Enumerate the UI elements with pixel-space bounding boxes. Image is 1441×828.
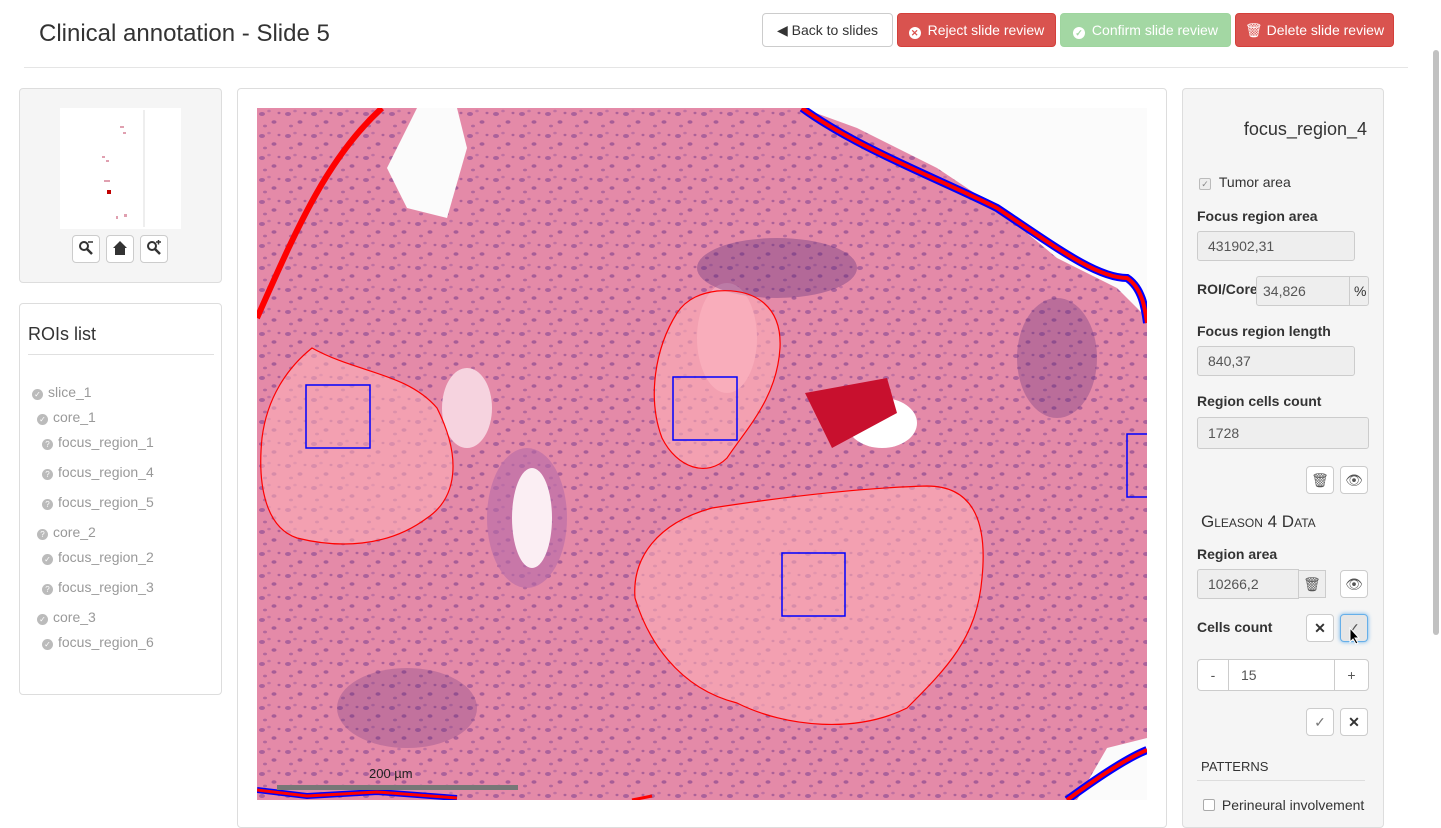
stepper-plus-button[interactable]: + xyxy=(1334,659,1369,691)
mouse-cursor-icon xyxy=(1349,626,1361,650)
navigator-panel xyxy=(19,88,222,283)
tree-item-focus_region_4[interactable]: ? focus_region_4 xyxy=(42,464,154,480)
focus-region-length-label: Focus region length xyxy=(1197,323,1331,339)
region-area-field: 10266,2 xyxy=(1197,569,1299,599)
eye-icon: 👁 xyxy=(1345,472,1363,488)
zoom-out-icon xyxy=(79,241,93,255)
question-circle-icon: ? xyxy=(42,584,53,595)
details-panel: focus_region_4 ✓ Tumor area Focus region… xyxy=(1182,88,1384,828)
checkbox-icon xyxy=(1203,799,1215,811)
cancel-cells-count-button[interactable]: ✕ xyxy=(1306,614,1334,642)
show-region-button[interactable]: 👁 xyxy=(1340,466,1368,494)
show-gleason-button[interactable]: 👁 xyxy=(1340,570,1368,598)
gleason-section-title: Gleason 4 Data xyxy=(1201,512,1316,531)
close-icon: ✕ xyxy=(1314,620,1326,636)
tree-item-focus_region_2[interactable]: ✓ focus_region_2 xyxy=(42,549,154,565)
reject-slide-review-button[interactable]: ✕ Reject slide review xyxy=(897,13,1056,47)
check-circle-icon: ✓ xyxy=(37,614,48,625)
clear-region-button[interactable]: 🗑 xyxy=(1306,466,1334,494)
check-circle-icon: ✓ xyxy=(1073,27,1086,39)
tree-item-core_2[interactable]: ? core_2 xyxy=(37,524,96,540)
divider xyxy=(1197,780,1365,781)
tree-item-core_3[interactable]: ✓ core_3 xyxy=(37,609,96,625)
times-circle-icon: ✕ xyxy=(908,27,921,39)
header: Clinical annotation - Slide 5 ◀ Back to … xyxy=(24,0,1408,68)
region-cells-count-label: Region cells count xyxy=(1197,393,1322,409)
tissue-image xyxy=(257,108,1147,800)
check-circle-icon: ✓ xyxy=(37,414,48,425)
divider xyxy=(28,354,214,355)
cells-count-input[interactable]: 15 xyxy=(1228,659,1335,691)
zoom-out-button[interactable] xyxy=(72,235,100,263)
question-circle-icon: ? xyxy=(37,529,48,540)
check-circle-icon: ✓ xyxy=(42,554,53,565)
page-title: Clinical annotation - Slide 5 xyxy=(39,20,330,47)
slide-thumbnail[interactable] xyxy=(60,108,181,229)
question-circle-icon: ? xyxy=(42,499,53,510)
home-icon xyxy=(113,241,127,255)
stepper-minus-button[interactable]: - xyxy=(1197,659,1229,691)
eraser-icon: 🗑 xyxy=(1303,576,1321,592)
rois-list-title: ROIs list xyxy=(28,324,97,344)
tree-item-focus_region_5[interactable]: ? focus_region_5 xyxy=(42,494,154,510)
rois-list-panel: ROIs list ✓ slice_1 ✓ core_1 ? focus_region… xyxy=(19,303,222,695)
region-area-label: Region area xyxy=(1197,546,1278,562)
perineural-checkbox[interactable]: Perineural involvement xyxy=(1203,797,1364,813)
tree-item-focus_region_6[interactable]: ✓ focus_region_6 xyxy=(42,634,154,650)
roi-core-field: 34,826 xyxy=(1256,276,1350,306)
close-icon: ✕ xyxy=(1348,714,1360,730)
clear-gleason-button[interactable]: 🗑 xyxy=(1298,570,1326,598)
check-circle-icon: ✓ xyxy=(32,389,43,400)
scrollbar-thumb[interactable] xyxy=(1433,50,1439,635)
tree-item-focus_region_3[interactable]: ? focus_region_3 xyxy=(42,579,154,595)
check-circle-icon: ✓ xyxy=(42,639,53,650)
check-icon: ✓ xyxy=(1314,714,1326,730)
eraser-icon: 🗑 xyxy=(1311,472,1329,488)
focus-region-area-label: Focus region area xyxy=(1197,208,1318,224)
patterns-label: PATTERNS xyxy=(1201,759,1269,774)
tree-item-focus_region_1[interactable]: ? focus_region_1 xyxy=(42,434,154,450)
home-button[interactable] xyxy=(106,235,134,263)
tree-item-core_1[interactable]: ✓ core_1 xyxy=(37,409,96,425)
question-circle-icon: ? xyxy=(42,439,53,450)
roi-core-label: ROI/Core xyxy=(1197,281,1258,297)
cancel-cells-edit-button[interactable]: ✕ xyxy=(1340,708,1368,736)
thumbnail-svg xyxy=(102,110,145,227)
confirm-slide-review-button[interactable]: ✓ Confirm slide review xyxy=(1060,13,1231,47)
slide-viewer-canvas[interactable]: 200 µm xyxy=(257,108,1147,800)
arrow-left-icon: ◀ xyxy=(776,22,788,38)
focus-region-area-field: 431902,31 xyxy=(1197,231,1355,261)
focus-region-length-field: 840,37 xyxy=(1197,346,1355,376)
region-cells-count-field: 1728 xyxy=(1197,417,1369,449)
eye-icon: 👁 xyxy=(1345,576,1363,592)
zoom-in-icon xyxy=(147,240,161,255)
confirm-cells-count-button[interactable]: ✓ xyxy=(1306,708,1334,736)
roi-core-unit: % xyxy=(1349,276,1369,306)
delete-slide-review-button[interactable]: 🗑 Delete slide review xyxy=(1235,13,1394,47)
scale-bar-label: 200 µm xyxy=(369,766,413,781)
zoom-in-button[interactable] xyxy=(140,235,168,263)
tumor-area-checkbox[interactable]: ✓ Tumor area xyxy=(1199,174,1291,190)
question-circle-icon: ? xyxy=(42,469,53,480)
roi-title: focus_region_4 xyxy=(1243,119,1367,139)
cells-count-label: Cells count xyxy=(1197,619,1273,635)
page-scrollbar[interactable] xyxy=(1431,40,1441,635)
back-to-slides-button[interactable]: ◀ Back to slides xyxy=(762,13,893,47)
checkbox-checked-icon: ✓ xyxy=(1199,178,1211,190)
tree-item-slice_1[interactable]: ✓ slice_1 xyxy=(32,384,92,400)
trash-icon: 🗑 xyxy=(1244,22,1263,38)
